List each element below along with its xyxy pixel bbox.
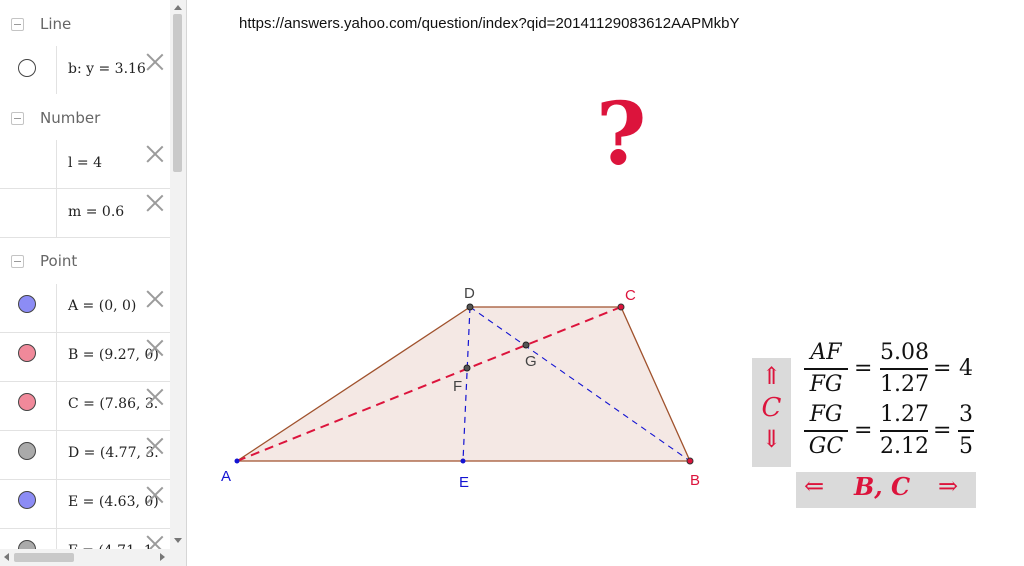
fraction-numerator: FG <box>809 402 843 427</box>
point-F[interactable] <box>463 364 471 372</box>
double-up-arrow-icon[interactable]: ⇑ <box>752 362 791 390</box>
fraction-numerator: AF <box>810 340 842 365</box>
point-C[interactable] <box>617 303 625 311</box>
point-G[interactable] <box>522 341 530 349</box>
updown-letter: C <box>761 393 782 423</box>
double-left-arrow-icon[interactable]: ⇐ <box>804 472 824 500</box>
point-label-E: E <box>459 474 469 491</box>
fraction-denominator: 2.12 <box>880 433 929 459</box>
point-A[interactable] <box>234 458 240 464</box>
fraction-fg-gc: FG GC <box>804 402 848 460</box>
point-label-C: C <box>625 287 636 304</box>
fraction-bar <box>804 430 848 432</box>
equals-sign: = <box>854 418 873 443</box>
fraction-bar <box>804 368 848 370</box>
fraction-numerator: 5.08 <box>880 340 929 365</box>
double-right-arrow-icon[interactable]: ⇒ <box>938 472 958 500</box>
point-label-B: B <box>690 472 700 489</box>
fraction-bar <box>880 368 928 370</box>
point-B[interactable] <box>686 457 694 465</box>
point-label-A: A <box>221 468 231 485</box>
fraction-denominator: GC <box>808 433 844 459</box>
fraction-numerator: 3 <box>959 402 973 427</box>
bc-toggle[interactable]: ⇐ B, C ⇒ <box>796 472 976 508</box>
point-label-F: F <box>453 378 462 395</box>
fraction-denominator: FG <box>809 371 843 397</box>
point-D[interactable] <box>466 303 474 311</box>
point-label-G: G <box>525 353 537 370</box>
fraction-denominator: 5 <box>959 433 973 459</box>
ratio-result: 4 <box>959 356 973 381</box>
point-label-D: D <box>464 285 475 302</box>
fraction-numerator: 1.27 <box>880 402 929 427</box>
updown-toggle[interactable]: ⇑ C ⇓ <box>752 358 791 467</box>
fraction-values: 5.08 1.27 <box>880 340 929 398</box>
trapezoid-polygon[interactable] <box>234 306 692 462</box>
equals-sign: = <box>854 356 873 381</box>
bc-toggle-label: B, C <box>854 472 911 501</box>
point-E[interactable] <box>460 458 466 464</box>
fraction-values: 1.27 2.12 <box>880 402 929 460</box>
double-down-arrow-icon[interactable]: ⇓ <box>752 425 791 453</box>
equals-sign: = <box>933 418 952 443</box>
equals-sign: = <box>933 356 952 381</box>
fraction-result: 3 5 <box>958 402 974 460</box>
fraction-bar <box>958 430 974 432</box>
fraction-denominator: 1.27 <box>880 371 929 397</box>
fraction-bar <box>880 430 928 432</box>
fraction-af-fg: AF FG <box>804 340 848 398</box>
